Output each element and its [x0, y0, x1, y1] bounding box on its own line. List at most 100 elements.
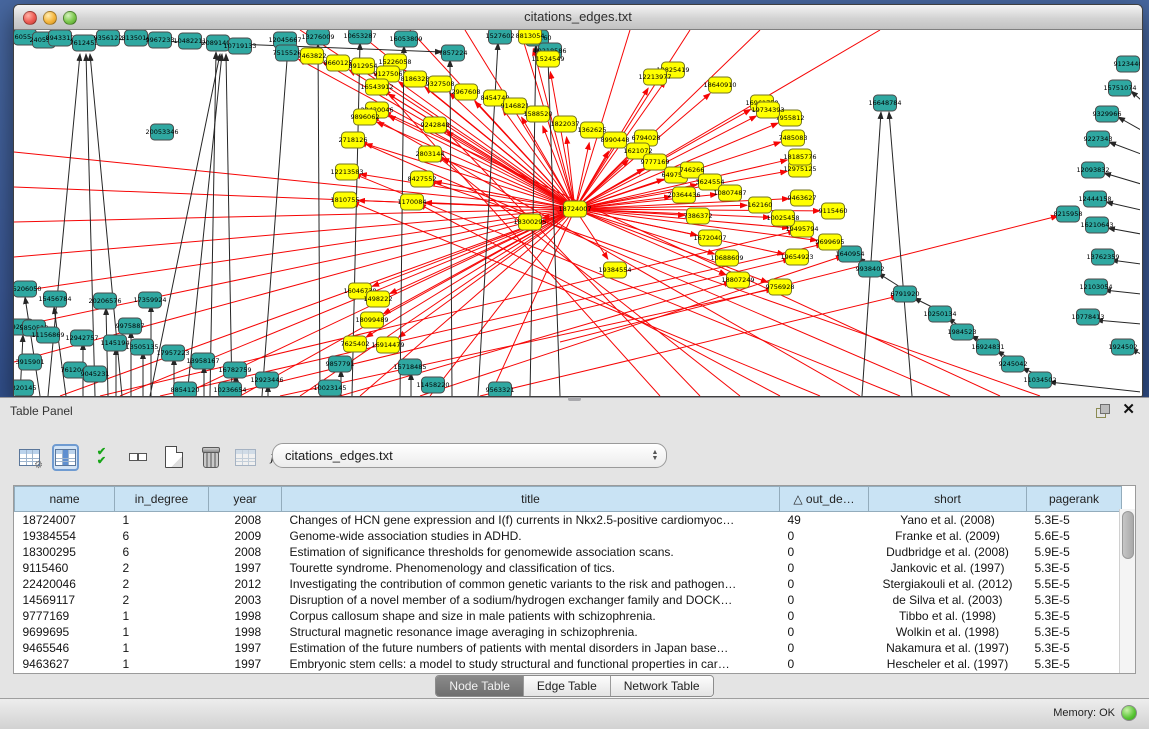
- graph-node[interactable]: 18185776: [783, 149, 816, 165]
- graph-node[interactable]: 9356122: [94, 30, 123, 46]
- graph-node[interactable]: 12923446: [250, 372, 283, 388]
- cell[interactable]: 18724007: [15, 512, 115, 529]
- table-row[interactable]: 946362711997Embryonic stem cells: a mode…: [15, 656, 1122, 672]
- graph-node[interactable]: 12093832: [1076, 162, 1109, 178]
- graph-node[interactable]: 18640910: [703, 77, 736, 93]
- table-row[interactable]: 946554611997Estimation of the future num…: [15, 640, 1122, 656]
- graph-node[interactable]: 9756928: [766, 279, 795, 295]
- graph-node[interactable]: 11034502: [1023, 372, 1056, 388]
- cell[interactable]: 1998: [209, 608, 282, 624]
- graph-node[interactable]: 16720407: [693, 230, 726, 246]
- graph-node[interactable]: 16543912: [360, 79, 393, 95]
- graph-node[interactable]: 12213977: [638, 69, 671, 85]
- tab-edge-table[interactable]: Edge Table: [524, 676, 611, 696]
- cell[interactable]: 0: [780, 592, 869, 608]
- cell[interactable]: Embryonic stem cells: a model to study s…: [282, 656, 780, 672]
- graph-node[interactable]: 11156869: [31, 327, 64, 343]
- cell[interactable]: Investigating the contribution of common…: [282, 576, 780, 592]
- graph-node[interactable]: 3915901: [16, 354, 45, 370]
- window-titlebar[interactable]: citations_edges.txt: [14, 5, 1142, 30]
- cell[interactable]: 6: [115, 528, 209, 544]
- graph-node[interactable]: 15456784: [38, 291, 71, 307]
- cell[interactable]: 2: [115, 576, 209, 592]
- graph-node[interactable]: 20206576: [88, 293, 121, 309]
- graph-node[interactable]: 7463822: [298, 48, 327, 64]
- cell[interactable]: 1: [115, 656, 209, 672]
- cell[interactable]: 49: [780, 512, 869, 529]
- table-row[interactable]: 1830029562008Estimation of significance …: [15, 544, 1122, 560]
- cell[interactable]: Corpus callosum shape and size in male p…: [282, 608, 780, 624]
- cell[interactable]: Dudbridge et al. (2008): [869, 544, 1027, 560]
- graph-node[interactable]: 11524549: [531, 51, 564, 67]
- graph-node[interactable]: 17957223: [156, 345, 189, 361]
- cell[interactable]: 0: [780, 528, 869, 544]
- graph-node[interactable]: 1984523: [948, 324, 977, 340]
- cell[interactable]: 19384554: [15, 528, 115, 544]
- table-row[interactable]: 977716911998Corpus callosum shape and si…: [15, 608, 1122, 624]
- column-header-out_de[interactable]: △ out_de…: [780, 487, 869, 512]
- graph-node[interactable]: 10250134: [923, 306, 956, 322]
- graph-node[interactable]: 9563321: [486, 382, 515, 396]
- graph-node[interactable]: 13958167: [186, 353, 219, 369]
- deselect-rows-icon[interactable]: [124, 444, 151, 471]
- table-row[interactable]: 1938455462009Genome-wide association stu…: [15, 528, 1122, 544]
- memory-ok-indicator[interactable]: [1121, 705, 1137, 721]
- graph-node[interactable]: 7386372: [684, 208, 713, 224]
- cell[interactable]: 22420046: [15, 576, 115, 592]
- table-row[interactable]: 1456911722003Disruption of a novel membe…: [15, 592, 1122, 608]
- graph-node[interactable]: 20053346: [145, 124, 178, 140]
- graph-node[interactable]: 20364436: [667, 187, 700, 203]
- graph-node[interactable]: 2718126: [339, 132, 368, 148]
- tab-network-table[interactable]: Network Table: [611, 676, 713, 696]
- graph-node[interactable]: 9123440: [1114, 56, 1140, 72]
- cell[interactable]: 5.9E-5: [1027, 544, 1122, 560]
- cell[interactable]: Yano et al. (2008): [869, 512, 1027, 529]
- scrollbar-thumb[interactable]: [1122, 511, 1134, 559]
- graph-node[interactable]: 9777169: [641, 154, 670, 170]
- graph-node[interactable]: 9857791: [326, 356, 355, 372]
- graph-node[interactable]: 16648784: [868, 95, 901, 111]
- cell[interactable]: 5.3E-5: [1027, 608, 1122, 624]
- graph-node[interactable]: 9327508: [426, 76, 455, 92]
- graph-node[interactable]: 1810755: [331, 192, 360, 208]
- cell[interactable]: Hescheler et al. (1997): [869, 656, 1027, 672]
- cell[interactable]: 2009: [209, 528, 282, 544]
- cell[interactable]: 2008: [209, 512, 282, 529]
- graph-node[interactable]: 19384554: [598, 262, 631, 278]
- graph-node[interactable]: 9329966: [1093, 106, 1122, 122]
- cell[interactable]: Wolkin et al. (1998): [869, 624, 1027, 640]
- graph-node[interactable]: 13505135: [125, 339, 158, 355]
- column-header-pagerank[interactable]: pagerank: [1027, 487, 1122, 512]
- graph-node[interactable]: 10778413: [1071, 309, 1104, 325]
- graph-node[interactable]: 16210643: [1080, 217, 1113, 233]
- cell[interactable]: 1: [115, 512, 209, 529]
- graph-node[interactable]: 10023145: [313, 380, 346, 396]
- delete-table-icon[interactable]: [196, 444, 223, 471]
- cell[interactable]: 5.3E-5: [1027, 640, 1122, 656]
- graph-node[interactable]: 9975887: [116, 318, 145, 334]
- table-row[interactable]: 911546021997Tourette syndrome. Phenomeno…: [15, 560, 1122, 576]
- graph-node[interactable]: 18300295: [513, 214, 546, 230]
- cell[interactable]: 18300295: [15, 544, 115, 560]
- graph-node[interactable]: 17359924: [133, 292, 166, 308]
- cell[interactable]: 1: [115, 624, 209, 640]
- cell[interactable]: 9465546: [15, 640, 115, 656]
- graph-node[interactable]: 16924831: [971, 339, 1004, 355]
- graph-node[interactable]: 1822037: [551, 116, 580, 132]
- graph-node[interactable]: 9967233: [146, 32, 175, 48]
- column-header-name[interactable]: name: [15, 487, 115, 512]
- cell[interactable]: 5.3E-5: [1027, 624, 1122, 640]
- graph-node[interactable]: 9938402: [856, 261, 885, 277]
- cell[interactable]: 0: [780, 560, 869, 576]
- graph-node[interactable]: 1588520: [524, 106, 553, 122]
- graph-node[interactable]: 12103054: [1079, 279, 1112, 295]
- table-row[interactable]: 1872400712008Changes of HCN gene express…: [15, 512, 1122, 529]
- cell[interactable]: 5.3E-5: [1027, 656, 1122, 672]
- graph-node[interactable]: 8427552: [408, 171, 437, 187]
- graph-node[interactable]: 12213583: [330, 164, 363, 180]
- cell[interactable]: 1998: [209, 624, 282, 640]
- graph-node[interactable]: 1170084: [398, 194, 427, 210]
- cell[interactable]: Tibbo et al. (1998): [869, 608, 1027, 624]
- cell[interactable]: 14569117: [15, 592, 115, 608]
- graph-node[interactable]: 9896062: [351, 109, 380, 125]
